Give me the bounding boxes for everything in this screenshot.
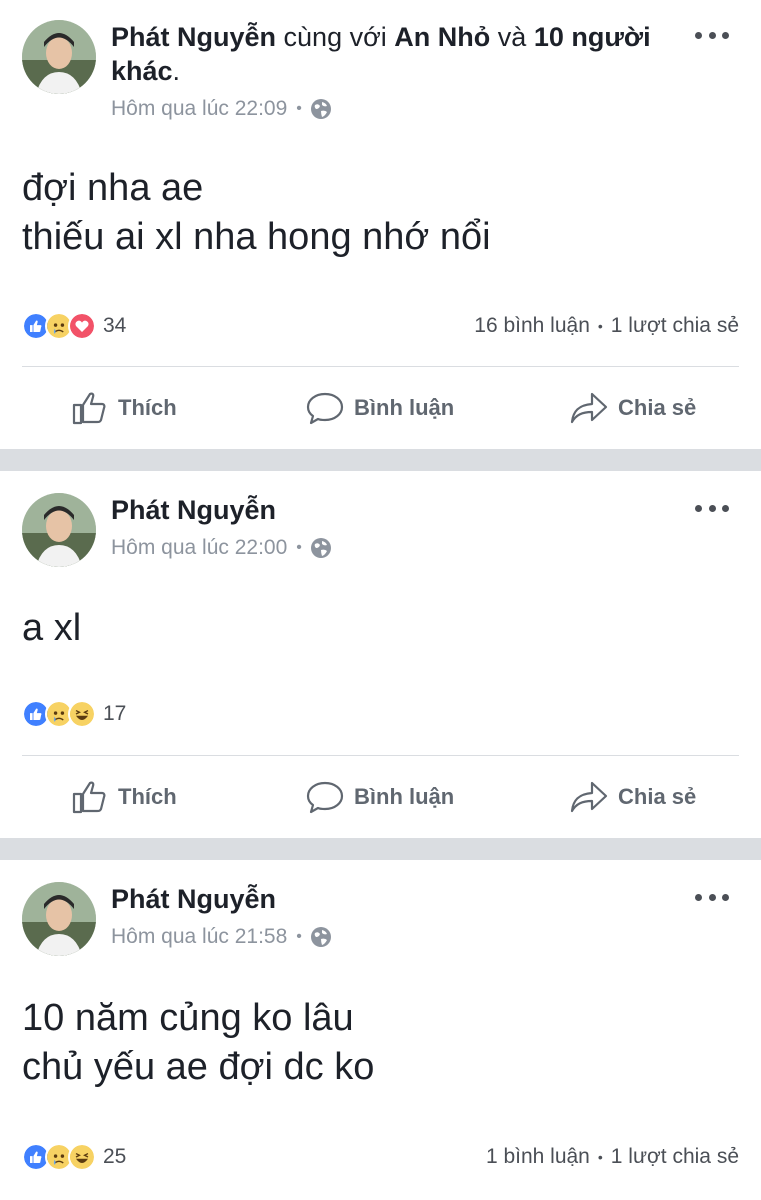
post-stats: 16 bình luận • 1 lượt chia sẻ xyxy=(474,314,739,338)
share-button[interactable]: Chia sẻ xyxy=(570,391,696,425)
meta-separator: • xyxy=(296,928,302,945)
share-button[interactable]: Chia sẻ xyxy=(570,780,696,814)
reactions-summary[interactable]: 17 xyxy=(22,700,126,728)
avatar[interactable] xyxy=(22,882,96,956)
thumbs-up-icon xyxy=(72,781,106,814)
end-text: . xyxy=(172,56,181,86)
globe-icon xyxy=(310,99,331,119)
reaction-count: 17 xyxy=(103,702,127,725)
meta-separator: • xyxy=(296,539,302,556)
stats-separator: • xyxy=(597,318,603,334)
comment-label: Bình luận xyxy=(354,395,455,420)
more-options-icon[interactable] xyxy=(695,501,729,515)
feed-divider xyxy=(0,449,761,471)
tagged-name[interactable]: An Nhỏ xyxy=(394,22,490,52)
post-line: đợi nha ae xyxy=(22,167,204,209)
post-header-text: Phát Nguyễn cùng với An Nhỏ và 10 người … xyxy=(111,20,666,88)
stats-separator: • xyxy=(597,1149,603,1165)
post-line: chủ yếu ae đợi dc ko xyxy=(22,1046,375,1088)
comment-count[interactable]: 16 bình luận xyxy=(474,314,590,338)
post-header-text: Phát Nguyễn xyxy=(111,493,666,527)
post-body: a xl xyxy=(22,604,741,653)
post-meta: Hôm qua lúc 21:58 • xyxy=(111,925,332,949)
reactions-summary[interactable]: 25 xyxy=(22,1143,126,1171)
author-name[interactable]: Phát Nguyễn xyxy=(111,884,276,914)
thumbs-up-icon xyxy=(72,392,106,425)
post-body: đợi nha ae thiếu ai xl nha hong nhớ nổi xyxy=(22,164,741,262)
and-text: và xyxy=(490,22,534,52)
like-button[interactable]: Thích xyxy=(72,391,177,425)
avatar[interactable] xyxy=(22,493,96,567)
post: Phát Nguyễn cùng với An Nhỏ và 10 người … xyxy=(0,0,761,449)
reaction-count: 34 xyxy=(103,314,127,337)
more-options-icon[interactable] xyxy=(695,28,729,42)
post-stats: 1 bình luận • 1 lượt chia sẻ xyxy=(486,1145,739,1169)
share-count[interactable]: 1 lượt chia sẻ xyxy=(611,1145,739,1169)
post-time[interactable]: Hôm qua lúc 22:00 xyxy=(111,536,287,560)
author-name[interactable]: Phát Nguyễn xyxy=(111,22,276,52)
meta-separator: • xyxy=(296,100,302,117)
post-line: thiếu ai xl nha hong nhớ nổi xyxy=(22,216,491,258)
comment-icon xyxy=(306,781,344,814)
reactions-summary[interactable]: 34 xyxy=(22,312,126,340)
comment-button[interactable]: Bình luận xyxy=(306,780,454,814)
post: Phát Nguyễn Hôm qua lúc 22:00 • a xl 17 … xyxy=(0,471,761,838)
post-body: 10 năm củng ko lâu chủ yếu ae đợi dc ko xyxy=(22,994,741,1092)
feed-divider xyxy=(0,838,761,860)
like-label: Thích xyxy=(118,784,177,809)
post-line: a xl xyxy=(22,607,82,649)
like-label: Thích xyxy=(118,395,177,420)
love-icon xyxy=(68,312,96,340)
post: Phát Nguyễn Hôm qua lúc 21:58 • 10 năm c… xyxy=(0,860,761,1200)
like-button[interactable]: Thích xyxy=(72,780,177,814)
post-meta: Hôm qua lúc 22:00 • xyxy=(111,536,332,560)
comment-button[interactable]: Bình luận xyxy=(306,391,454,425)
reaction-count: 25 xyxy=(103,1145,127,1168)
post-time[interactable]: Hôm qua lúc 22:09 xyxy=(111,97,287,121)
divider-line xyxy=(22,366,739,367)
share-icon xyxy=(570,781,608,813)
comment-count[interactable]: 1 bình luận xyxy=(486,1145,590,1169)
comment-label: Bình luận xyxy=(354,784,455,809)
haha-icon xyxy=(68,700,96,728)
with-text: cùng với xyxy=(276,22,395,52)
globe-icon xyxy=(310,538,331,558)
share-count[interactable]: 1 lượt chia sẻ xyxy=(611,314,739,338)
share-label: Chia sẻ xyxy=(618,395,697,420)
avatar[interactable] xyxy=(22,20,96,94)
comment-icon xyxy=(306,392,344,425)
author-name[interactable]: Phát Nguyễn xyxy=(111,495,276,525)
divider-line xyxy=(22,755,739,756)
post-meta: Hôm qua lúc 22:09 • xyxy=(111,97,332,121)
globe-icon xyxy=(310,927,331,947)
post-time[interactable]: Hôm qua lúc 21:58 xyxy=(111,925,287,949)
share-icon xyxy=(570,392,608,424)
share-label: Chia sẻ xyxy=(618,784,697,809)
haha-icon xyxy=(68,1143,96,1171)
post-header-text: Phát Nguyễn xyxy=(111,882,666,916)
post-line: 10 năm củng ko lâu xyxy=(22,997,354,1039)
more-options-icon[interactable] xyxy=(695,890,729,904)
